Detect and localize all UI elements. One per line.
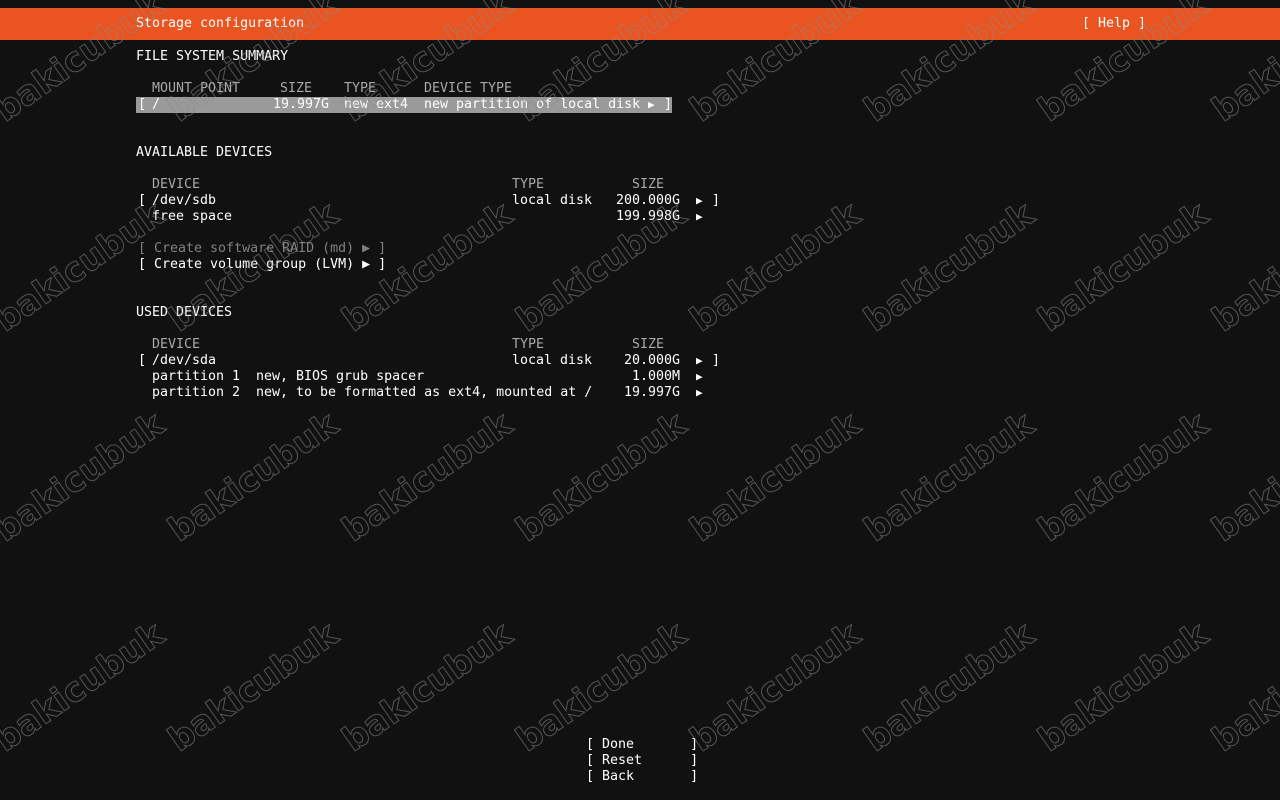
- partition-row[interactable]: partition 1 new, BIOS grub spacer 1.000M…: [136, 369, 720, 385]
- device-size: 20.000G: [624, 353, 681, 368]
- column-header-size: SIZE: [632, 177, 665, 192]
- column-header-type: TYPE: [512, 337, 545, 352]
- row-close-bracket: ]: [664, 97, 673, 112]
- partition-name: partition 1: [152, 369, 241, 384]
- device-name: /dev/sdb: [152, 193, 217, 208]
- row-close-bracket: ]: [712, 353, 721, 368]
- column-header-type: TYPE: [512, 177, 545, 192]
- watermark-text: bakicubuk: [161, 404, 346, 551]
- type-value: new ext4: [344, 97, 409, 112]
- free-space-row[interactable]: free space 199.998G ▶: [136, 209, 720, 225]
- watermark-text: bakicubuk: [161, 614, 346, 761]
- free-space-label: free space: [152, 209, 233, 224]
- row-arrow-icon: ▶: [696, 386, 703, 399]
- row-open-bracket: [: [138, 193, 147, 208]
- free-space-size: 199.998G: [616, 209, 681, 224]
- watermark-text: bakicubuk: [1031, 194, 1216, 341]
- create-volume-group-button[interactable]: [ Create volume group (LVM) ▶ ]: [138, 257, 386, 273]
- watermark-text: bakicubuk: [683, 614, 868, 761]
- row-arrow-icon: ▶: [696, 210, 703, 223]
- watermark-text: bakicubuk: [335, 404, 520, 551]
- watermark-text: bakicubuk: [0, 614, 172, 761]
- device-size: 200.000G: [616, 193, 681, 208]
- column-header-type: TYPE: [344, 81, 377, 96]
- watermark-text: bakicubuk: [683, 404, 868, 551]
- watermark-text: bakicubuk: [1205, 194, 1280, 341]
- device-type: local disk: [512, 193, 593, 208]
- watermark-text: bakicubuk: [857, 194, 1042, 341]
- section-heading-fs-summary: FILE SYSTEM SUMMARY: [136, 49, 289, 64]
- reset-button[interactable]: [ Reset ]: [586, 753, 698, 769]
- back-button[interactable]: [ Back ]: [586, 769, 698, 785]
- row-close-bracket: ]: [712, 193, 721, 208]
- partition-description: new, BIOS grub spacer: [256, 369, 425, 384]
- watermark-text: bakicubuk: [1031, 404, 1216, 551]
- watermark-text: bakicubuk: [0, 404, 172, 551]
- row-arrow-icon: ▶: [648, 98, 655, 111]
- size-value: 19.997G: [273, 97, 330, 112]
- column-header-device: DEVICE: [152, 337, 201, 352]
- watermark-text: bakicubuk: [1205, 404, 1280, 551]
- header-bar: Storage configuration [ Help ]: [0, 8, 1280, 40]
- row-arrow-icon: ▶: [696, 354, 703, 367]
- page-title: Storage configuration: [136, 16, 305, 31]
- top-strip: [0, 0, 1280, 8]
- fs-summary-row-root[interactable]: [ / 19.997G new ext4 new partition of lo…: [136, 97, 672, 113]
- watermark-text: bakicubuk: [857, 614, 1042, 761]
- watermark-text: bakicubuk: [857, 404, 1042, 551]
- done-button[interactable]: [ Done ]: [586, 737, 698, 753]
- watermark-text: bakicubuk: [1031, 614, 1216, 761]
- mount-point-value: /: [152, 97, 161, 112]
- column-header-size: SIZE: [632, 337, 665, 352]
- device-name: /dev/sda: [152, 353, 217, 368]
- partition-description: new, to be formatted as ext4, mounted at…: [256, 385, 593, 400]
- partition-size: 19.997G: [624, 385, 681, 400]
- row-open-bracket: [: [138, 353, 147, 368]
- section-heading-used: USED DEVICES: [136, 305, 233, 320]
- watermark-text: bakicubuk: [335, 614, 520, 761]
- row-arrow-icon: ▶: [696, 370, 703, 383]
- row-open-bracket: [: [138, 97, 147, 112]
- column-header-device-type: DEVICE TYPE: [424, 81, 513, 96]
- partition-row[interactable]: partition 2 new, to be formatted as ext4…: [136, 385, 720, 401]
- watermark-text: bakicubuk: [509, 404, 694, 551]
- row-arrow-icon: ▶: [696, 194, 703, 207]
- create-software-raid-button[interactable]: [ Create software RAID (md) ▶ ]: [138, 241, 386, 257]
- watermark-text: bakicubuk: [1205, 614, 1280, 761]
- device-type-value: new partition of local disk: [424, 97, 641, 112]
- device-row-sda[interactable]: [ /dev/sda local disk 20.000G ▶ ]: [136, 353, 720, 369]
- device-row-sdb[interactable]: [ /dev/sdb local disk 200.000G ▶ ]: [136, 193, 720, 209]
- column-header-device: DEVICE: [152, 177, 201, 192]
- device-type: local disk: [512, 353, 593, 368]
- column-header-mount-point: MOUNT POINT: [152, 81, 241, 96]
- partition-size: 1.000M: [632, 369, 681, 384]
- partition-name: partition 2: [152, 385, 241, 400]
- column-header-size: SIZE: [280, 81, 313, 96]
- help-button[interactable]: [ Help ]: [1082, 16, 1146, 32]
- section-heading-available: AVAILABLE DEVICES: [136, 145, 273, 160]
